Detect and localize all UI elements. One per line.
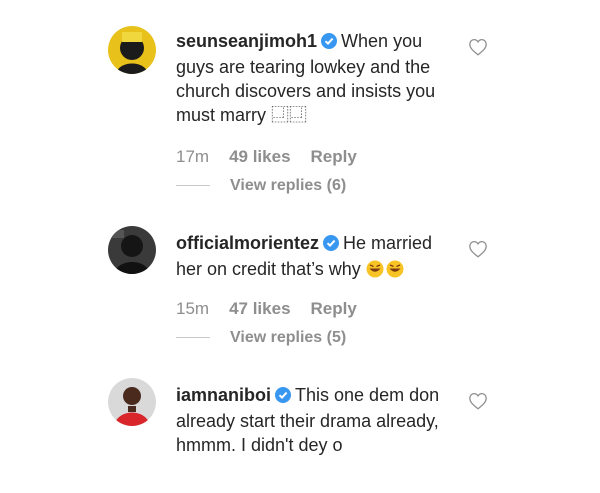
reply-button[interactable]: Reply — [311, 147, 357, 167]
laughing-emoji-icon — [366, 260, 406, 284]
comment-body: iamnaniboi This one dem don already start… — [176, 383, 446, 457]
comment-meta: 17m 49 likes Reply — [176, 147, 357, 167]
comment-username[interactable]: iamnaniboi — [176, 385, 271, 405]
comment-likes[interactable]: 47 likes — [229, 299, 290, 319]
comment-time: 15m — [176, 299, 210, 318]
comment-username[interactable]: officialmorientez — [176, 233, 319, 253]
comment-body: seunseanjimoh1 When you guys are tearing … — [176, 29, 446, 127]
replies-divider — [176, 337, 210, 339]
verified-badge-icon — [275, 385, 292, 409]
like-heart-icon[interactable] — [468, 240, 490, 260]
reply-button[interactable]: Reply — [311, 299, 357, 319]
view-replies-label: View replies (6) — [230, 177, 347, 194]
user-avatar[interactable] — [108, 226, 156, 274]
replies-divider — [176, 185, 210, 187]
comment-likes[interactable]: 49 likes — [229, 147, 290, 167]
view-replies-button[interactable]: View replies (6) — [176, 177, 346, 195]
like-heart-icon[interactable] — [468, 392, 490, 412]
comment-body: officialmorientez He married her on credi… — [176, 231, 446, 284]
comment-meta: 15m 47 likes Reply — [176, 299, 357, 319]
like-heart-icon[interactable] — [468, 38, 490, 58]
verified-badge-icon — [323, 233, 340, 257]
view-replies-label: View replies (5) — [230, 329, 347, 346]
verified-badge-icon — [321, 31, 338, 55]
user-avatar[interactable] — [108, 378, 156, 426]
user-avatar[interactable] — [108, 26, 156, 74]
comment-username[interactable]: seunseanjimoh1 — [176, 31, 317, 51]
comment-time: 17m — [176, 147, 210, 166]
view-replies-button[interactable]: View replies (5) — [176, 329, 346, 347]
